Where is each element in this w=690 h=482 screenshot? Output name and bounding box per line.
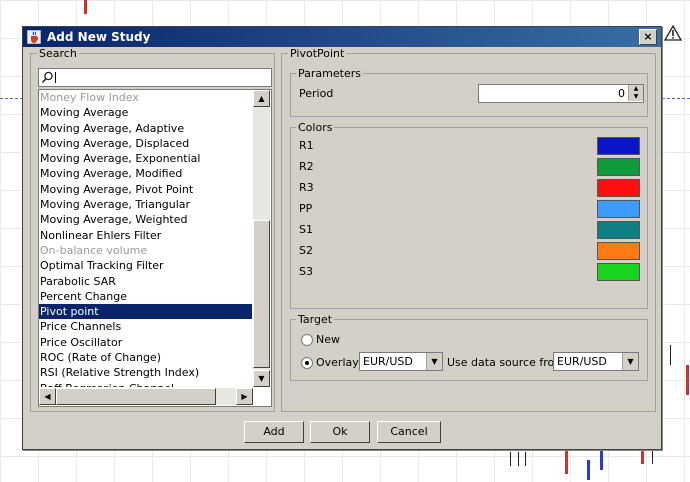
spin-up-icon[interactable]: ▲ bbox=[628, 85, 643, 93]
dialog-titlebar[interactable]: Add New Study × bbox=[23, 27, 661, 47]
color-swatch-s1[interactable] bbox=[597, 221, 640, 239]
target-group: Target New Overlay EUR/USD ▼ Use data so… bbox=[290, 313, 648, 381]
vertical-scroll-thumb[interactable] bbox=[253, 220, 270, 368]
list-item[interactable]: Nonlinear Ehlers Filter bbox=[39, 228, 252, 243]
list-item[interactable]: Moving Average bbox=[39, 105, 252, 120]
list-item[interactable]: Moving Average, Adaptive bbox=[39, 121, 252, 136]
color-swatch-pp[interactable] bbox=[597, 200, 640, 218]
search-panel-title: Search bbox=[37, 47, 79, 60]
list-item[interactable]: Raff Regression Channel bbox=[39, 381, 252, 387]
chart-candle bbox=[525, 452, 526, 466]
horizontal-scroll-thumb[interactable] bbox=[56, 388, 216, 405]
list-item[interactable]: Parabolic SAR bbox=[39, 274, 252, 289]
list-item[interactable]: Money Flow Index bbox=[39, 90, 252, 105]
chart-candle bbox=[84, 0, 87, 14]
color-swatch-s3[interactable] bbox=[597, 263, 640, 281]
chart-candle bbox=[670, 345, 671, 365]
color-swatch-r1[interactable] bbox=[597, 137, 640, 155]
overlay-radio-selected-dot bbox=[305, 361, 309, 365]
color-label-s3: S3 bbox=[299, 265, 313, 278]
list-item[interactable]: Moving Average, Pivot Point bbox=[39, 182, 252, 197]
chart-candle bbox=[587, 460, 590, 480]
warning-icon[interactable] bbox=[664, 25, 682, 41]
cancel-button[interactable]: Cancel bbox=[377, 421, 441, 443]
color-label-pp: PP bbox=[299, 202, 313, 215]
study-list-items: Money Flow Index Moving Average Moving Ave… bbox=[39, 90, 252, 387]
list-item[interactable]: Price Channels bbox=[39, 319, 252, 334]
search-icon bbox=[41, 71, 53, 84]
colors-group-title: Colors bbox=[296, 121, 335, 134]
period-label: Period bbox=[299, 87, 334, 100]
overlay-select[interactable]: EUR/USD ▼ bbox=[359, 352, 443, 371]
java-cup-icon bbox=[27, 30, 41, 44]
list-item[interactable]: RSI (Relative Strength Index) bbox=[39, 365, 252, 380]
color-label-s1: S1 bbox=[299, 223, 313, 236]
add-new-study-dialog: Add New Study × Search Money Flow Index M… bbox=[22, 26, 662, 450]
period-spinner[interactable]: 0 ▲ ▼ bbox=[478, 84, 644, 103]
color-label-r1: R1 bbox=[299, 139, 314, 152]
pivotpoint-panel-title: PivotPoint bbox=[288, 47, 347, 60]
chevron-down-icon[interactable]: ▼ bbox=[426, 353, 442, 370]
chart-candle bbox=[510, 452, 511, 466]
dialog-title: Add New Study bbox=[47, 30, 151, 44]
data-source-select[interactable]: EUR/USD ▼ bbox=[553, 352, 639, 371]
ok-button[interactable]: Ok bbox=[310, 421, 370, 443]
overlay-radio[interactable] bbox=[301, 357, 313, 369]
data-source-label: Use data source from bbox=[447, 356, 565, 369]
study-list[interactable]: Money Flow Index Moving Average Moving Ave… bbox=[38, 89, 272, 407]
list-item[interactable]: Moving Average, Exponential bbox=[39, 151, 252, 166]
chevron-down-icon[interactable]: ▼ bbox=[622, 353, 638, 370]
overlay-select-value: EUR/USD bbox=[363, 355, 413, 368]
chart-candle bbox=[600, 450, 603, 470]
list-item[interactable]: On-balance volume bbox=[39, 243, 252, 258]
chart-candle bbox=[565, 450, 568, 474]
parameters-group: Parameters Period 0 ▲ ▼ bbox=[290, 67, 648, 117]
parameters-group-title: Parameters bbox=[296, 67, 363, 80]
close-button[interactable]: × bbox=[639, 29, 657, 45]
color-swatch-r2[interactable] bbox=[597, 158, 640, 176]
search-input[interactable] bbox=[38, 68, 272, 87]
text-caret bbox=[55, 72, 56, 83]
scroll-down-arrow-icon[interactable]: ▼ bbox=[253, 370, 270, 387]
chart-candle bbox=[518, 452, 519, 466]
list-item[interactable]: Percent Change bbox=[39, 289, 252, 304]
list-item[interactable]: Price Oscillator bbox=[39, 335, 252, 350]
list-item[interactable]: Moving Average, Triangular bbox=[39, 197, 252, 212]
target-group-title: Target bbox=[296, 313, 335, 326]
list-item[interactable]: Optimal Tracking Filter bbox=[39, 258, 252, 273]
list-item[interactable]: Moving Average, Displaced bbox=[39, 136, 252, 151]
list-item[interactable]: Moving Average, Modified bbox=[39, 166, 252, 181]
list-item-selected[interactable]: Pivot point bbox=[39, 304, 252, 320]
color-label-s2: S2 bbox=[299, 244, 313, 257]
chart-candle bbox=[652, 448, 653, 464]
color-swatch-s2[interactable] bbox=[597, 242, 640, 260]
search-panel: Search Money Flow Index Moving Average Mov… bbox=[30, 47, 275, 412]
spin-down-icon[interactable]: ▼ bbox=[628, 93, 643, 101]
vertical-scrollbar[interactable]: ▲ ▼ bbox=[253, 90, 270, 387]
period-value: 0 bbox=[618, 87, 625, 100]
color-swatch-r3[interactable] bbox=[597, 179, 640, 197]
color-label-r3: R3 bbox=[299, 181, 314, 194]
color-label-r2: R2 bbox=[299, 160, 314, 173]
horizontal-scrollbar[interactable]: ◀ ▶ bbox=[39, 388, 253, 405]
list-item[interactable]: Moving Average, Weighted bbox=[39, 212, 252, 227]
list-item[interactable]: ROC (Rate of Change) bbox=[39, 350, 252, 365]
scroll-left-arrow-icon[interactable]: ◀ bbox=[39, 388, 56, 405]
colors-group: Colors R1 R2 R3 PP S1 S2 S3 bbox=[290, 121, 648, 309]
chart-candle bbox=[686, 365, 689, 395]
data-source-select-value: EUR/USD bbox=[557, 355, 607, 368]
scroll-right-arrow-icon[interactable]: ▶ bbox=[236, 388, 253, 405]
scroll-up-arrow-icon[interactable]: ▲ bbox=[253, 90, 270, 107]
pivotpoint-panel: PivotPoint Parameters Period 0 ▲ ▼ Color… bbox=[281, 47, 656, 412]
new-radio[interactable] bbox=[301, 334, 313, 346]
overlay-radio-label: Overlay bbox=[316, 356, 359, 369]
add-button[interactable]: Add bbox=[244, 421, 304, 443]
new-radio-label: New bbox=[316, 333, 340, 346]
